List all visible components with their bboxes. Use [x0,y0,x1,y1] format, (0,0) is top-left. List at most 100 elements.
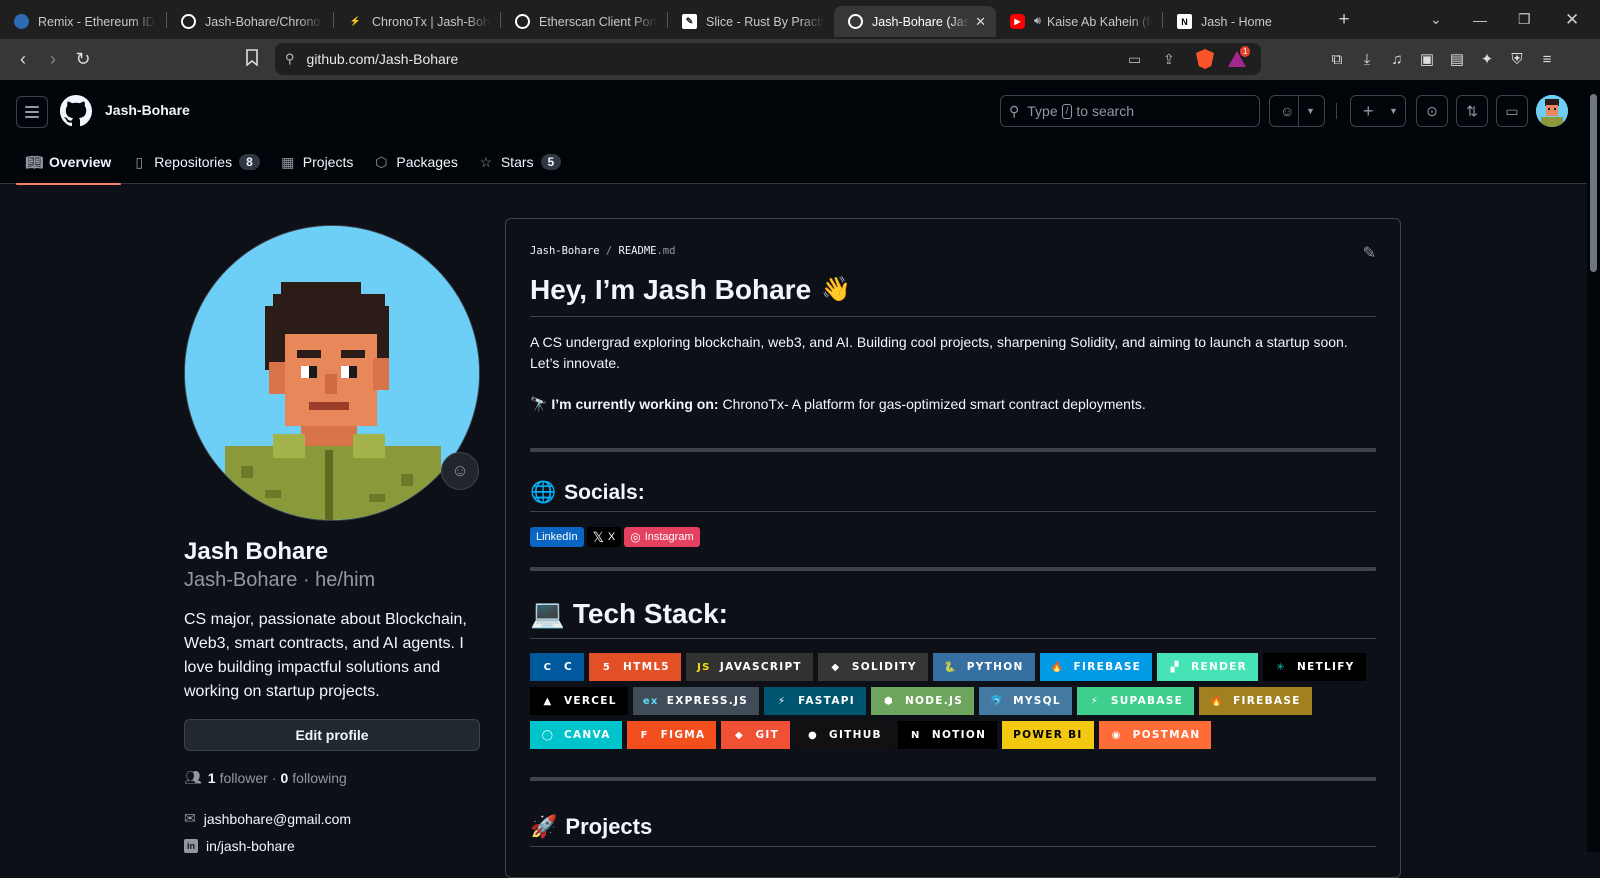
social-badge-linkedin[interactable]: LinkedIn [530,527,584,547]
back-icon[interactable]: ‹ [8,49,38,70]
projects-heading-text: Projects [565,813,653,839]
tech-badge-html5[interactable]: 5 HTML5 [589,653,681,681]
forward-icon[interactable]: › [38,49,68,70]
following-count[interactable]: 0 [281,770,289,786]
tech-logo-icon: ex [642,695,659,707]
copilot-button[interactable]: ☺ ▼ [1269,95,1325,127]
smiley-icon: ☺ [451,461,469,480]
audio-playing-icon[interactable]: 🔊︎ [1034,15,1041,28]
tech-badge-solidity[interactable]: ◆ SOLIDITY [817,653,928,681]
browser-tab[interactable]: ▶ 🔊︎ Kaise Ab Kahein (fe [996,6,1162,37]
maximize-button[interactable]: ❐ [1518,0,1531,39]
tech-logo-icon: ◆ [831,661,841,673]
tech-badge-firebase[interactable]: 🔥 FIREBASE [1039,653,1153,681]
followers-count[interactable]: 1 [208,770,216,786]
tech-badge-power-bi[interactable]: POWER BI [1002,721,1094,749]
context-username[interactable]: Jash-Bohare [105,102,190,118]
tech-badge-mysql[interactable]: 🐬 MYSQL [979,687,1072,715]
following-label[interactable]: following [292,770,346,786]
table-icon: ▦ [281,153,295,170]
wallet-icon[interactable]: ▤ [1446,48,1468,70]
tech-badge-python[interactable]: 🐍 PYTHON [932,653,1035,681]
followers-label[interactable]: follower [220,770,268,786]
minimize-button[interactable]: — [1473,0,1487,39]
profile-email[interactable]: jashbohare@gmail.com [204,811,351,827]
browser-tab[interactable]: Remix - Ethereum IDE [0,6,166,37]
tab-projects[interactable]: ▦ Projects [270,140,364,184]
tech-badge-canva[interactable]: ◯ CANVA [530,721,622,749]
tech-badge-notion[interactable]: N NOTION [897,721,998,749]
profile-bio: CS major, passionate about Blockchain, W… [184,611,467,700]
social-badge-label: LinkedIn [536,531,578,543]
browser-tab[interactable]: ⚡ ChronoTx | Jash-Bohare [334,6,500,37]
profile-email-row: ✉ jashbohare@gmail.com [184,810,351,827]
edit-readme-icon[interactable]: ✎ [1363,243,1376,263]
reload-icon[interactable]: ↻ [68,49,98,70]
cast-icon[interactable]: ▭ [1128,51,1141,68]
browser-tab[interactable]: ✎ Slice - Rust By Practice [668,6,834,37]
tech-badge-figma[interactable]: F FIGMA [626,721,717,749]
brave-shields-icon[interactable] [1196,49,1214,69]
browser-tab[interactable]: Jash-Bohare (Jash ✕ [834,6,996,37]
inbox-button[interactable]: ▭ [1496,95,1528,127]
site-info-icon[interactable]: ⚲ [285,51,295,67]
tech-badge-label: CANVA [564,729,611,741]
close-tab-icon[interactable]: ✕ [975,14,986,30]
vpn-icon[interactable]: ⛨ [1506,48,1528,70]
globe-emoji: 🌐 [530,480,557,504]
media-icon[interactable]: ♫ [1386,48,1408,70]
tech-badge-node-js[interactable]: ⬢ NODE.JS [870,687,975,715]
open-menu-button[interactable] [16,96,48,128]
extensions-icon[interactable]: ⧉ [1326,48,1348,70]
readme-path-owner[interactable]: Jash-Bohare [530,245,600,257]
tab-repositories[interactable]: ▯ Repositories 8 [121,140,270,184]
tech-badge-render[interactable]: ▞ RENDER [1157,653,1258,681]
tech-badge-vercel[interactable]: ▲ VERCEL [530,687,628,715]
pull-requests-button[interactable]: ⇅ [1456,95,1488,127]
tech-badge-netlify[interactable]: ✳ NETLIFY [1262,653,1366,681]
social-badge-instagram[interactable]: ◎ Instagram [624,527,700,547]
tab-stars[interactable]: ☆ Stars 5 [468,140,571,184]
search-input[interactable]: ⚲ Type / to search [1000,95,1260,127]
social-badges: LinkedIn 𝕏 X ◎ Instagram [530,527,1376,547]
downloads-icon[interactable]: ⤓ [1356,48,1378,70]
create-new-button[interactable]: + ▼ [1350,95,1406,127]
tech-badge-c[interactable]: CC [530,653,585,681]
edit-profile-button[interactable]: Edit profile [184,719,480,751]
scrollbar-thumb[interactable] [1590,94,1597,272]
tech-badge-fastapi[interactable]: ⚡ FASTAPI [764,687,866,715]
tech-badge-git[interactable]: ◆ GIT [721,721,791,749]
social-badge-x[interactable]: 𝕏X [586,527,622,547]
sidebar-icon[interactable]: ▣ [1416,48,1438,70]
tech-logo-icon: F [640,729,649,741]
tech-badge-supabase[interactable]: ⚡ SUPABASE [1076,687,1195,715]
page-scrollbar[interactable] [1587,80,1600,852]
address-bar[interactable]: ⚲ github.com/Jash-Bohare ▭ ⇪ 1 [275,43,1261,75]
tech-badge-github[interactable]: ● GITHUB [795,721,893,749]
tab-overview[interactable]: 📖︎ Overview [16,140,122,185]
browser-tab[interactable]: Jash-Bohare/ChronoTx [167,6,333,37]
leo-ai-icon[interactable]: ✦ [1476,48,1498,70]
wave-emoji: 👋 [821,276,852,303]
tech-badge-firebase[interactable]: 🔥 FIREBASE [1199,687,1312,715]
user-avatar[interactable] [1536,95,1568,127]
set-status-button[interactable]: ☺ [441,452,479,490]
divider [530,448,1376,452]
menu-icon[interactable]: ≡ [1536,48,1558,70]
new-tab-button[interactable]: + [1329,9,1359,31]
readme-path-ext: .md [656,245,676,257]
bookmark-icon[interactable] [237,49,267,70]
browser-tab[interactable]: N Jash - Home [1163,6,1329,37]
tech-badge-postman[interactable]: ◉ POSTMAN [1098,721,1212,749]
profile-login: Jash-Bohare · he/him [184,569,376,591]
share-icon[interactable]: ⇪ [1163,51,1175,68]
browser-tab[interactable]: Etherscan Client Portal [501,6,667,37]
issues-button[interactable]: ⊙ [1416,95,1448,127]
tab-search-button[interactable]: ⌄ [1430,0,1442,39]
tab-packages[interactable]: ⬡ Packages [363,140,467,184]
github-logo-icon[interactable] [60,95,92,132]
profile-avatar[interactable] [184,225,480,521]
tech-badge-express-js[interactable]: ex EXPRESS.JS [632,687,760,715]
close-window-button[interactable]: ✕ [1565,0,1579,39]
tech-badge-javascript[interactable]: JS JAVASCRIPT [685,653,813,681]
